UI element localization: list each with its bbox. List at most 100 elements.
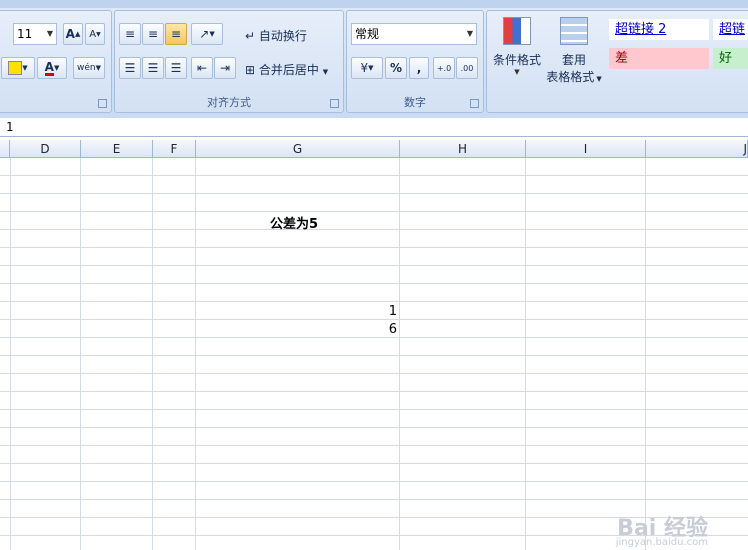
comma-label: , [416,61,422,75]
merge-center-icon: ⊞ [245,63,256,77]
watermark-url-text: jingyan.baidu.com [615,537,708,548]
alignment-dialog-launcher[interactable] [330,99,339,108]
font-size-select[interactable]: 11 ▼ [13,23,57,45]
format-as-table-label-2-row: 表格格式 ▼ [543,68,605,85]
align-top-button[interactable]: ≡ [119,23,141,45]
watermark-url: jingyan.baidu.com [616,537,708,548]
conditional-format-label: 条件格式 [492,53,541,67]
merge-center-button[interactable]: ⊞ 合并后居中 ▼ [245,61,328,78]
align-middle-icon: ≡ [147,27,159,41]
fill-color-button[interactable]: ▼ [1,57,35,79]
style-bad-label: 差 [615,51,629,66]
increase-decimal-button[interactable]: +.0 [433,57,455,79]
phonetic-button[interactable]: wén ▼ [73,57,105,79]
conditional-format-icon [503,17,531,45]
conditional-format-button[interactable]: 条件格式 ▼ [489,15,545,87]
format-as-table-button[interactable]: 套用 表格格式 ▼ [543,15,605,87]
wrap-text-button[interactable]: ↵ 自动换行 [245,27,307,44]
orientation-button[interactable]: ↗ ▼ [191,23,223,45]
shrink-font-label: A [89,28,97,40]
percent-label: % [389,61,403,75]
percent-button[interactable]: % [385,57,407,79]
number-format-value: 常规 [355,27,380,41]
table-format-icon [560,17,588,45]
format-as-table-label-1: 套用 [561,53,586,67]
align-right-icon: ☰ [170,61,182,75]
style-bad[interactable]: 差 [609,48,709,69]
align-right-button[interactable]: ☰ [165,57,187,79]
font-size-value: 11 [17,27,33,41]
column-header-h[interactable]: H [400,140,526,158]
cell-g10[interactable]: 6 [196,322,397,337]
column-header-blank[interactable] [0,140,10,158]
align-left-icon: ☰ [124,61,136,75]
chevron-down-icon: ▼ [466,29,473,38]
column-header-g[interactable]: G [196,140,400,158]
currency-button[interactable]: ¥ ▼ [351,57,383,79]
gridline [80,158,81,550]
decrease-decimal-icon: .00 [460,63,474,73]
style-good-label: 好 [719,51,733,66]
paint-bucket-icon [8,61,23,75]
ribbon-top-strip [0,0,748,8]
alignment-group: ≡ ≡ ≡ ↗ ▼ ☰ ☰ ☰ ⇤ ⇥ ↵ 自动换行 ⊞ 合并后居中 ▼ 对齐方… [114,10,344,113]
cell-g9[interactable]: 1 [196,304,397,319]
alignment-group-label: 对齐方式 [207,96,251,109]
gridline [525,158,526,550]
formula-bar-value: 1 [6,120,14,134]
phonetic-icon: wén [77,63,96,73]
column-header-f[interactable]: F [153,140,196,158]
comma-button[interactable]: , [409,57,429,79]
number-group: 常规 ▼ ¥ ▼ % , +.0 .00 数字 [346,10,484,113]
worksheet-grid[interactable] [0,158,748,550]
chevron-down-icon: ▼ [594,75,602,83]
formula-bar[interactable]: 1 [0,118,748,137]
align-center-button[interactable]: ☰ [142,57,164,79]
column-label-h: H [457,142,468,156]
column-header-i[interactable]: I [526,140,646,158]
currency-icon: ¥ [360,61,369,75]
decrease-decimal-button[interactable]: .00 [456,57,478,79]
column-label-i: I [583,142,588,156]
align-top-icon: ≡ [124,27,136,41]
font-dialog-launcher[interactable] [98,99,107,108]
column-header-d[interactable]: D [10,140,81,158]
ribbon: 11 ▼ A ▲ A ▼ ▼ A ▼ wén ▼ ≡ ≡ ≡ ↗ ▼ ☰ ☰ ☰… [0,0,748,119]
chevron-down-icon: ▼ [322,68,329,76]
grow-font-button[interactable]: A ▲ [63,23,83,45]
increase-indent-button[interactable]: ⇥ [214,57,236,79]
shrink-font-button[interactable]: A ▼ [85,23,105,45]
column-label-f: F [170,142,178,156]
orientation-icon: ↗ [199,27,210,41]
decrease-indent-button[interactable]: ⇤ [191,57,213,79]
number-format-select[interactable]: 常规 ▼ [351,23,477,45]
style-hyperlink[interactable]: 超链 [713,19,748,40]
wrap-text-label: 自动换行 [258,29,307,43]
format-as-table-label-2: 表格格式 [546,70,595,84]
wrap-text-icon: ↵ [245,29,256,43]
align-bottom-icon: ≡ [170,27,182,41]
gridline [10,158,11,550]
increase-indent-icon: ⇥ [219,61,231,75]
font-color-button[interactable]: A ▼ [37,57,67,79]
cell-value-1: 1 [388,304,397,319]
style-good[interactable]: 好 [713,48,748,69]
number-dialog-launcher[interactable] [470,99,479,108]
number-group-label: 数字 [404,96,426,109]
chevron-down-icon: ▼ [46,29,53,38]
column-label-e: E [112,142,121,156]
style-hyperlink-2[interactable]: 超链接 2 [609,19,709,40]
increase-decimal-icon: +.0 [436,63,452,73]
style-hyperlink-label: 超链 [719,22,746,37]
font-group: 11 ▼ A ▲ A ▼ ▼ A ▼ wén ▼ [0,10,112,113]
column-header-j[interactable]: J [646,140,748,158]
column-header-e[interactable]: E [81,140,153,158]
grow-font-label: A [65,27,75,41]
align-middle-button[interactable]: ≡ [142,23,164,45]
align-left-button[interactable]: ☰ [119,57,141,79]
cell-g4-title[interactable]: 公差为5 [270,213,318,232]
align-bottom-button[interactable]: ≡ [165,23,187,45]
decrease-indent-icon: ⇤ [196,61,208,75]
gridline [152,158,153,550]
styles-group: 条件格式 ▼ 套用 表格格式 ▼ 超链接 2 超链 差 好 [486,10,748,113]
